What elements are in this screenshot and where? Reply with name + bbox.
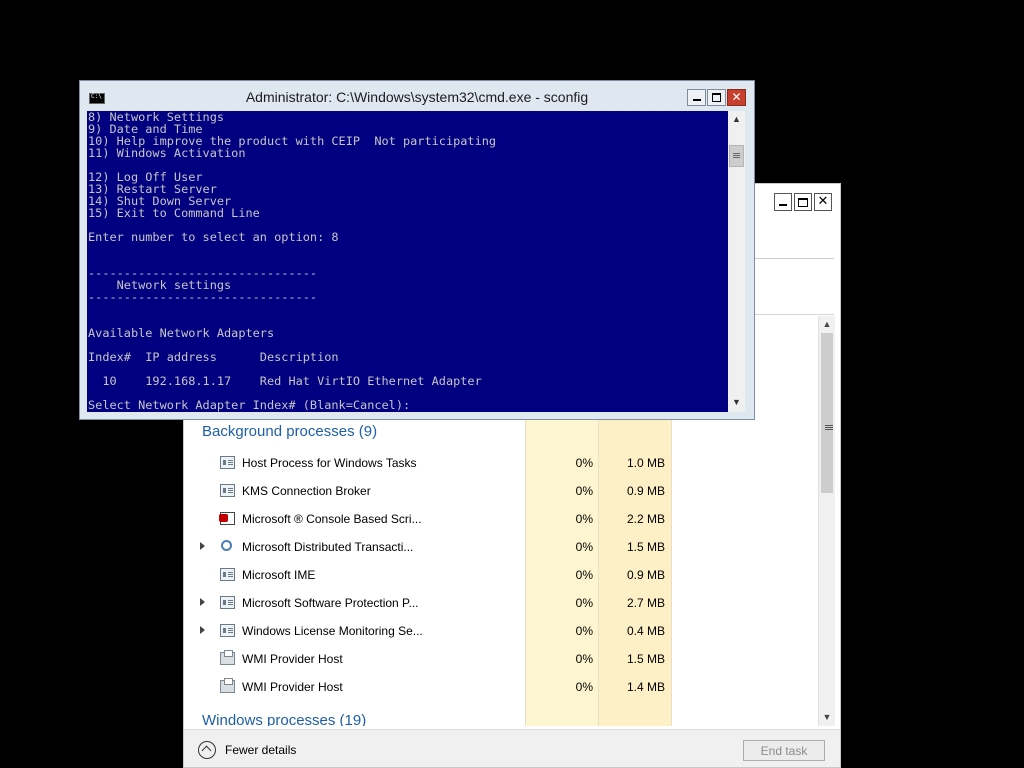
process-name: Host Process for Windows Tasks [242,456,417,470]
scroll-up-icon[interactable]: ▲ [731,114,742,125]
process-row[interactable]: Microsoft Software Protection P... 0% 2.7 … [184,590,818,618]
network-service-icon [220,540,235,553]
generic-app-icon [220,624,235,637]
process-cpu: 0% [575,456,593,470]
generic-app-icon [220,568,235,581]
group-header-background[interactable]: Background processes (9) [202,423,377,440]
process-row[interactable]: Windows License Monitoring Se... 0% 0.4 MB [184,618,818,646]
process-memory: 0.9 MB [626,484,665,498]
process-cpu: 0% [575,624,593,638]
process-memory: 1.0 MB [626,456,665,470]
scrollbar-thumb[interactable] [821,333,833,493]
wmi-host-icon [220,678,235,693]
process-row[interactable]: Host Process for Windows Tasks 0% 1.0 MB [184,450,818,478]
process-row[interactable]: Microsoft IME 0% 0.9 MB [184,562,818,590]
process-cpu: 0% [575,484,593,498]
process-row[interactable]: Microsoft ® Console Based Scri... 0% 2.2 M… [184,506,818,534]
process-row[interactable]: WMI Provider Host 0% 1.5 MB [184,646,818,674]
scroll-down-icon[interactable]: ▼ [822,712,832,722]
process-memory: 2.7 MB [626,596,665,610]
process-memory: 1.4 MB [626,680,665,694]
fewer-details-link[interactable]: Fewer details [225,743,296,757]
process-name: WMI Provider Host [242,652,343,666]
scroll-up-icon[interactable]: ▲ [822,319,832,329]
console-scrollbar[interactable]: ▲ ▼ [728,111,745,412]
scrollbar-thumb[interactable] [729,145,744,167]
task-manager-footer: Fewer details End task [184,729,840,767]
process-memory: 2.2 MB [626,512,665,526]
process-row[interactable]: Microsoft Distributed Transacti... 0% 1.5 … [184,534,818,562]
process-cpu: 0% [575,596,593,610]
process-cpu: 0% [575,568,593,582]
process-row[interactable]: KMS Connection Broker 0% 0.9 MB [184,478,818,506]
process-name: WMI Provider Host [242,680,343,694]
process-name: Windows License Monitoring Se... [242,624,423,638]
close-icon[interactable]: ✕ [727,89,746,106]
process-name: Microsoft IME [242,568,316,582]
generic-app-icon [220,456,235,469]
process-cpu: 0% [575,680,593,694]
cmd-window: Administrator: C:\Windows\system32\cmd.e… [79,80,755,420]
maximize-icon[interactable] [707,89,726,106]
console-output[interactable]: 8) Network Settings 9) Date and Time 10)… [87,111,728,412]
process-cpu: 0% [575,512,593,526]
process-name: Microsoft Distributed Transacti... [242,540,414,554]
expand-arrow-icon[interactable] [200,626,205,634]
generic-app-icon [220,596,235,609]
console-text: 8) Network Settings 9) Date and Time 10)… [88,111,497,412]
end-task-button[interactable]: End task [743,740,825,761]
wmi-host-icon [220,650,235,665]
process-cpu: 0% [575,540,593,554]
process-memory: 0.9 MB [626,568,665,582]
cmd-window-title: Administrator: C:\Windows\system32\cmd.e… [245,89,589,105]
process-memory: 0.4 MB [626,624,665,638]
process-row[interactable]: WMI Provider Host 0% 1.4 MB [184,674,818,702]
process-name: KMS Connection Broker [242,484,371,498]
minimize-icon[interactable] [774,193,792,211]
scroll-down-icon[interactable]: ▼ [731,397,742,408]
script-host-icon [219,512,235,525]
group-header-windows[interactable]: Windows processes (19) [202,712,366,726]
process-memory: 1.5 MB [626,540,665,554]
scroll-grip-icon [825,425,833,426]
minimize-icon[interactable] [687,89,706,106]
expand-arrow-icon[interactable] [200,598,205,606]
process-memory: 1.5 MB [626,652,665,666]
close-icon[interactable]: ✕ [814,193,832,211]
process-list-scrollbar[interactable]: ▲ ▼ [818,316,835,726]
process-cpu: 0% [575,652,593,666]
expand-arrow-icon[interactable] [200,542,205,550]
chevron-up-circle-icon[interactable] [198,741,216,759]
process-name: Microsoft Software Protection P... [242,596,419,610]
process-name: Microsoft ® Console Based Scri... [242,512,422,526]
generic-app-icon [220,484,235,497]
cmd-titlebar[interactable]: Administrator: C:\Windows\system32\cmd.e… [80,81,754,111]
maximize-icon[interactable] [794,193,812,211]
